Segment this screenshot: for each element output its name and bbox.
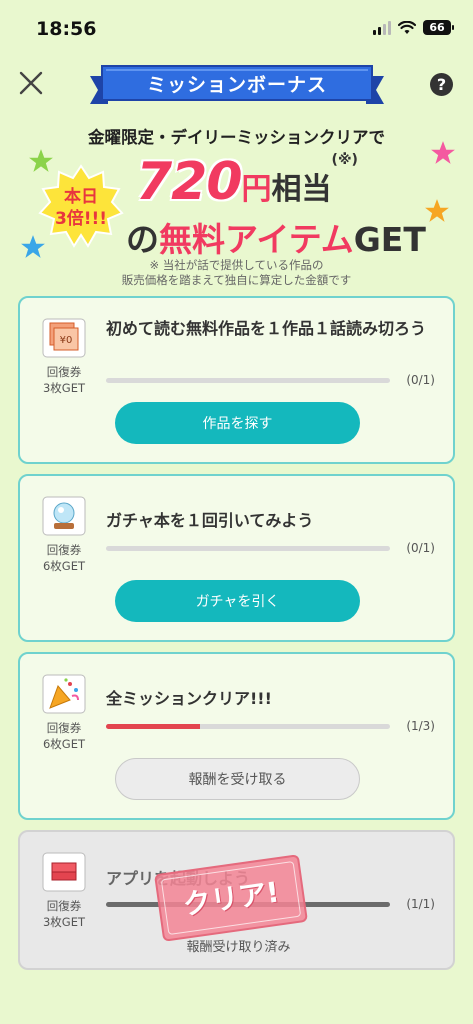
mission-card: 回復券 6枚GET 全ミッションクリア!!! (1/3) 報酬を受け取る [18,652,455,820]
gacha-button[interactable]: ガチャを引く [115,580,360,622]
reward-label: 回復券 3枚GET [42,899,86,929]
mission-card: 回復券 6枚GET ガチャ本を１回引いてみよう (0/1) ガチャを引く [18,474,455,642]
coupon-icon: ¥0 [42,318,86,358]
help-icon[interactable]: ? [430,73,453,96]
reward-label: 回復券 6枚GET [42,543,86,573]
progress-bar [106,546,390,551]
app-icon [42,852,86,892]
close-icon[interactable] [14,66,48,100]
disclaimer: ※ 当社が話で提供している作品の 販売価格を踏まえて独自に算定した金額です [0,258,473,288]
reward-label: 回復券 3枚GET [42,365,86,395]
mission-title: 初めて読む無料作品を１作品１話読み切ろう [106,319,427,338]
mission-title: ガチャ本を１回引いてみよう [106,511,314,530]
reward-label: 回復券 6枚GET [42,721,86,751]
disclaimer-line1: ※ 当社が話で提供している作品の [149,258,324,272]
progress-fill [106,724,200,729]
banner-amount-line: 720円相当 (※) [136,152,358,212]
find-works-button[interactable]: 作品を探す [115,402,360,444]
star-icon [425,199,449,222]
status-icons: 66 [373,20,454,35]
signal-icon [373,20,391,35]
banner-get: GET [353,220,426,259]
bonus-amount: 720 [136,152,243,212]
party-popper-icon [42,674,86,714]
status-time: 18:56 [36,18,97,40]
banner-free-items-line: の無料アイテムGET [126,213,426,261]
banner-free-items: 無料アイテム [159,220,354,259]
status-bar: 18:56 66 [0,0,473,56]
badge-text: 本日 3倍!!! [38,186,124,230]
reward-claimed-text: 報酬受け取り済み [186,940,291,955]
equivalent-label: 相当 [271,172,332,207]
banner-subtitle: 金曜限定・デイリーミッションクリアで [88,128,385,147]
badge-line1: 本日 [64,187,98,207]
badge-line2: 3倍!!! [54,209,108,229]
mission-title: 全ミッションクリア!!! [106,689,272,708]
disclaimer-line2: 販売価格を踏まえて独自に算定した金額です [121,273,352,287]
progress-bar [106,724,390,729]
progress-text: (1/1) [406,897,435,911]
mission-card: ¥0 回復券 3枚GET 初めて読む無料作品を１作品１話読み切ろう (0/1) … [18,296,455,464]
progress-text: (0/1) [406,373,435,387]
receive-reward-button[interactable]: 報酬を受け取る [115,758,360,800]
crystal-ball-icon [42,496,86,536]
title-ribbon: ミッションボーナス [90,64,384,108]
banner-no: の [126,220,159,259]
star-icon [431,141,455,164]
wifi-icon [398,20,416,34]
progress-bar [106,378,390,383]
svg-text:¥0: ¥0 [60,335,73,346]
page-title: ミッションボーナス [146,74,327,96]
yen-unit: 円 [241,172,272,207]
note-mark: (※) [331,152,358,168]
battery-icon: 66 [423,20,454,35]
progress-text: (0/1) [406,541,435,555]
progress-text: (1/3) [406,719,435,733]
